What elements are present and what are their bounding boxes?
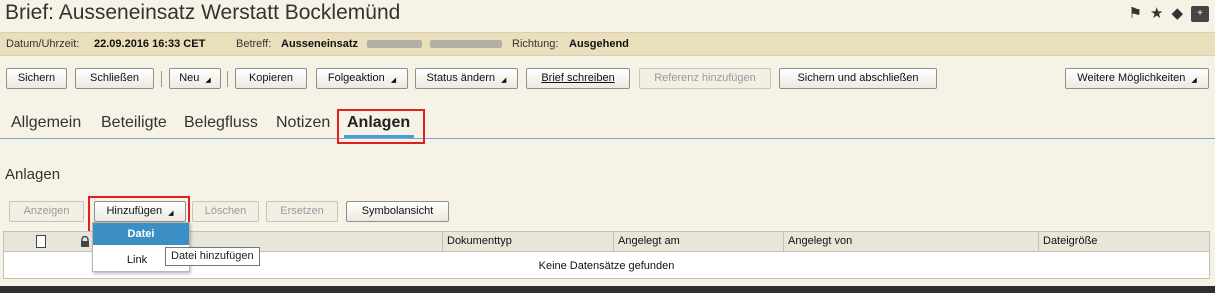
- tooltip: Datei hinzufügen: [165, 247, 260, 266]
- column-angelegt-von[interactable]: Angelegt von: [788, 235, 852, 247]
- column-divider: [442, 232, 443, 252]
- title-bar: Brief: Ausseneinsatz Werstatt Bocklemünd…: [0, 0, 1215, 30]
- status-aendern-label: Status ändern: [426, 72, 496, 84]
- column-dateigroesse[interactable]: Dateigröße: [1043, 235, 1097, 247]
- neu-label: Neu: [179, 72, 200, 84]
- star-icon[interactable]: ★: [1150, 6, 1163, 22]
- menu-item-datei[interactable]: Datei: [93, 223, 189, 245]
- folgeaktion-button[interactable]: Folgeaktion ◢: [316, 68, 408, 89]
- column-divider: [783, 232, 784, 252]
- title-icons: ⚑ ★ ◆ +: [1129, 6, 1209, 22]
- lock-icon: [81, 236, 89, 247]
- datum-value: 22.09.2016 16:33 CET: [94, 38, 206, 50]
- section-title: Anlagen: [5, 166, 61, 183]
- tag-icon[interactable]: ◆: [1171, 6, 1183, 22]
- datum-label: Datum/Uhrzeit:: [6, 38, 80, 50]
- document-icon: [36, 235, 46, 248]
- weitere-label: Weitere Möglichkeiten: [1077, 72, 1186, 84]
- footer-bar: [0, 286, 1215, 293]
- sichern-button[interactable]: Sichern: [6, 68, 67, 89]
- tab-belegfluss[interactable]: Belegfluss: [184, 114, 258, 132]
- weitere-moeglichkeiten-button[interactable]: Weitere Möglichkeiten ◢: [1065, 68, 1209, 89]
- brief-schreiben-button[interactable]: Brief schreiben: [526, 68, 630, 89]
- sichern-abschliessen-button[interactable]: Sichern und abschließen: [779, 68, 937, 89]
- neu-button[interactable]: Neu ◢: [169, 68, 221, 89]
- caret-icon: ◢: [1191, 77, 1197, 84]
- toolbar-divider: [161, 71, 162, 87]
- ersetzen-button[interactable]: Ersetzen: [266, 201, 338, 222]
- redacted-text: [367, 40, 422, 48]
- toolbar-divider: [227, 71, 228, 87]
- betreff-label: Betreff:: [236, 38, 272, 50]
- folgeaktion-label: Folgeaktion: [327, 72, 385, 84]
- anzeigen-button[interactable]: Anzeigen: [9, 201, 84, 222]
- redacted-text: [430, 40, 502, 48]
- add-note-icon[interactable]: +: [1191, 6, 1209, 22]
- info-bar: Datum/Uhrzeit: 22.09.2016 16:33 CET Betr…: [0, 32, 1215, 56]
- caret-icon: ◢: [390, 77, 397, 84]
- symbolansicht-button[interactable]: Symbolansicht: [346, 201, 449, 222]
- schliessen-button[interactable]: Schließen: [75, 68, 154, 89]
- tab-allgemein[interactable]: Allgemein: [11, 114, 81, 132]
- richtung-label: Richtung:: [512, 38, 559, 50]
- referenz-hinzufuegen-button[interactable]: Referenz hinzufügen: [639, 68, 771, 89]
- caret-icon: ◢: [501, 77, 507, 84]
- flag-icon[interactable]: ⚑: [1129, 6, 1142, 22]
- status-aendern-button[interactable]: Status ändern ◢: [415, 68, 518, 89]
- kopieren-button[interactable]: Kopieren: [235, 68, 307, 89]
- column-angelegt-am[interactable]: Angelegt am: [618, 235, 680, 247]
- tab-notizen[interactable]: Notizen: [276, 114, 330, 132]
- tab-bar: Allgemein Beteiligte Belegfluss Notizen …: [0, 106, 1215, 140]
- richtung-value: Ausgehend: [569, 38, 629, 50]
- column-dokumenttyp[interactable]: Dokumenttyp: [447, 235, 512, 247]
- page-title: Brief: Ausseneinsatz Werstatt Bocklemünd: [5, 1, 401, 24]
- caret-icon: ◢: [205, 77, 211, 84]
- column-divider: [613, 232, 614, 252]
- betreff-value: Ausseneinsatz: [281, 38, 359, 50]
- column-divider: [1038, 232, 1039, 252]
- loeschen-button[interactable]: Löschen: [192, 201, 259, 222]
- tab-divider: [0, 138, 1215, 139]
- highlight-box: [337, 109, 425, 144]
- tab-beteiligte[interactable]: Beteiligte: [101, 114, 167, 132]
